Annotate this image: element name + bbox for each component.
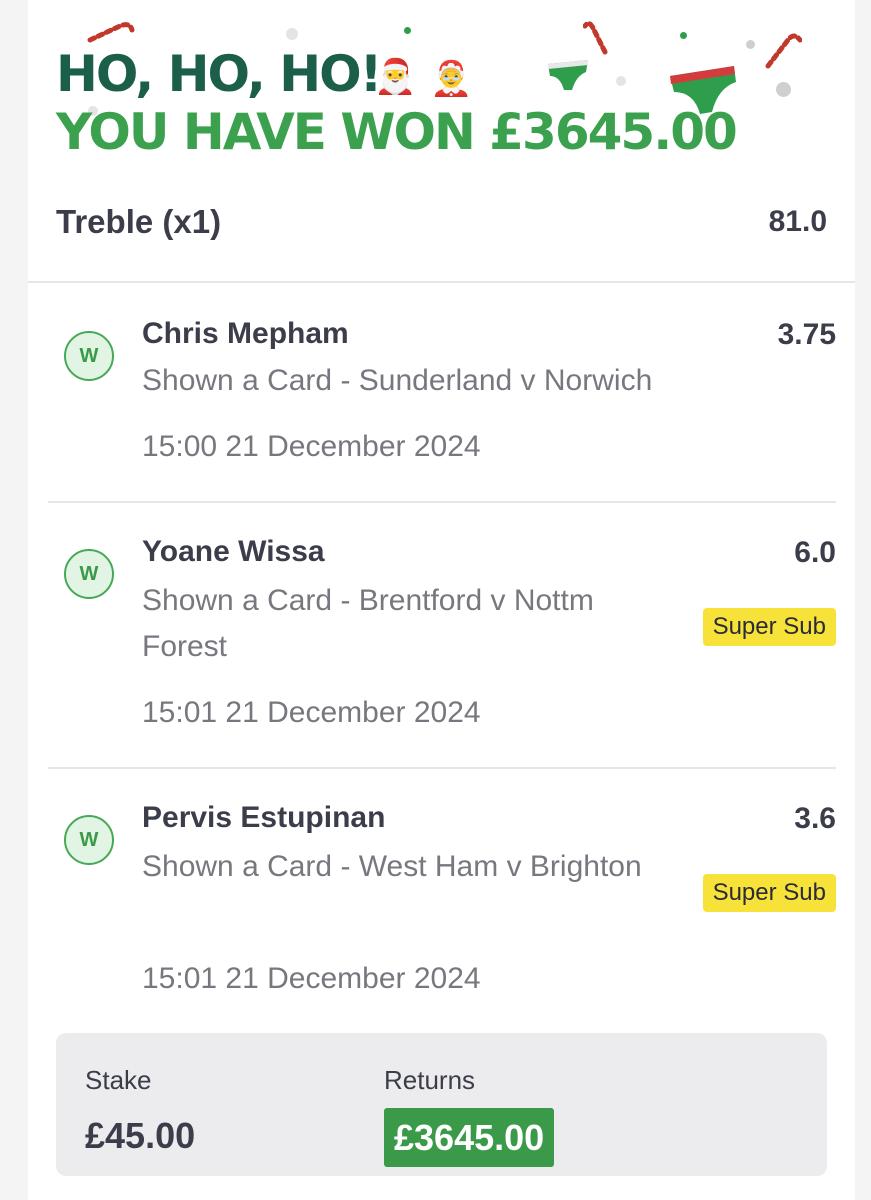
underpants-icon [548, 60, 588, 90]
snowflake-dot-icon [286, 28, 298, 40]
selection-row: W Yoane Wissa 6.0 Super Sub Shown a Card… [48, 503, 836, 769]
stake-value: £45.00 [85, 1115, 196, 1156]
bet-summary: Stake £45.00 Returns £3645.00 [56, 1033, 827, 1176]
snowflake-dot-icon [776, 82, 791, 97]
super-sub-badge: Super Sub [702, 874, 836, 912]
win-status-icon: W [64, 331, 114, 381]
selection-datetime: 15:00 21 December 2024 [142, 430, 481, 463]
returns-label: Returns [384, 1065, 476, 1095]
selection-row: W Chris Mepham 3.75 Shown a Card - Sunde… [48, 285, 836, 503]
snowflake-dot-icon [680, 32, 687, 39]
bet-type: Treble (x1) [56, 203, 222, 240]
win-status-icon: W [64, 549, 114, 599]
mrs-claus-emoji: 🤶 [430, 60, 473, 98]
selection-name: Chris Mepham [142, 317, 349, 350]
bet-receipt-card: HO, HO, HO! 🎅 🤶 YOU HAVE WON £3645.00 Tr… [28, 0, 855, 1200]
bet-odds: 81.0 [768, 205, 827, 238]
banner-line-1: HO, HO, HO! [56, 45, 382, 103]
candy-cane-icon [583, 20, 608, 55]
selection-name: Yoane Wissa [142, 535, 325, 568]
snowflake-dot-icon [616, 76, 626, 86]
candy-cane-icon [765, 33, 802, 69]
selection-odds: 3.75 [777, 318, 836, 351]
win-status-icon: W [64, 815, 114, 865]
snowflake-dot-icon [746, 40, 755, 49]
santa-emoji: 🎅 [374, 58, 417, 96]
selection-market: Shown a Card - West Ham v Brighton [142, 850, 642, 883]
banner-line-2: YOU HAVE WON £3645.00 [56, 103, 738, 161]
selection-odds: 6.0 [794, 536, 836, 569]
selection-datetime: 15:01 21 December 2024 [142, 696, 481, 729]
selection-datetime: 15:01 21 December 2024 [142, 962, 481, 995]
returns-value: £3645.00 [384, 1108, 555, 1167]
candy-cane-icon [87, 22, 135, 43]
selection-odds: 3.6 [794, 802, 836, 835]
win-banner: HO, HO, HO! 🎅 🤶 YOU HAVE WON £3645.00 [28, 0, 855, 165]
selection-market: Shown a Card - Brentford v Nottm Forest [142, 584, 594, 663]
bet-header: Treble (x1) 81.0 [28, 165, 855, 283]
stake-label: Stake [85, 1065, 152, 1095]
super-sub-badge: Super Sub [702, 608, 836, 646]
selection-row: W Pervis Estupinan 3.6 Super Sub Shown a… [48, 769, 836, 1029]
selection-name: Pervis Estupinan [142, 801, 386, 834]
selection-market: Shown a Card - Sunderland v Norwich [142, 364, 653, 397]
snowflake-dot-icon [404, 27, 411, 34]
